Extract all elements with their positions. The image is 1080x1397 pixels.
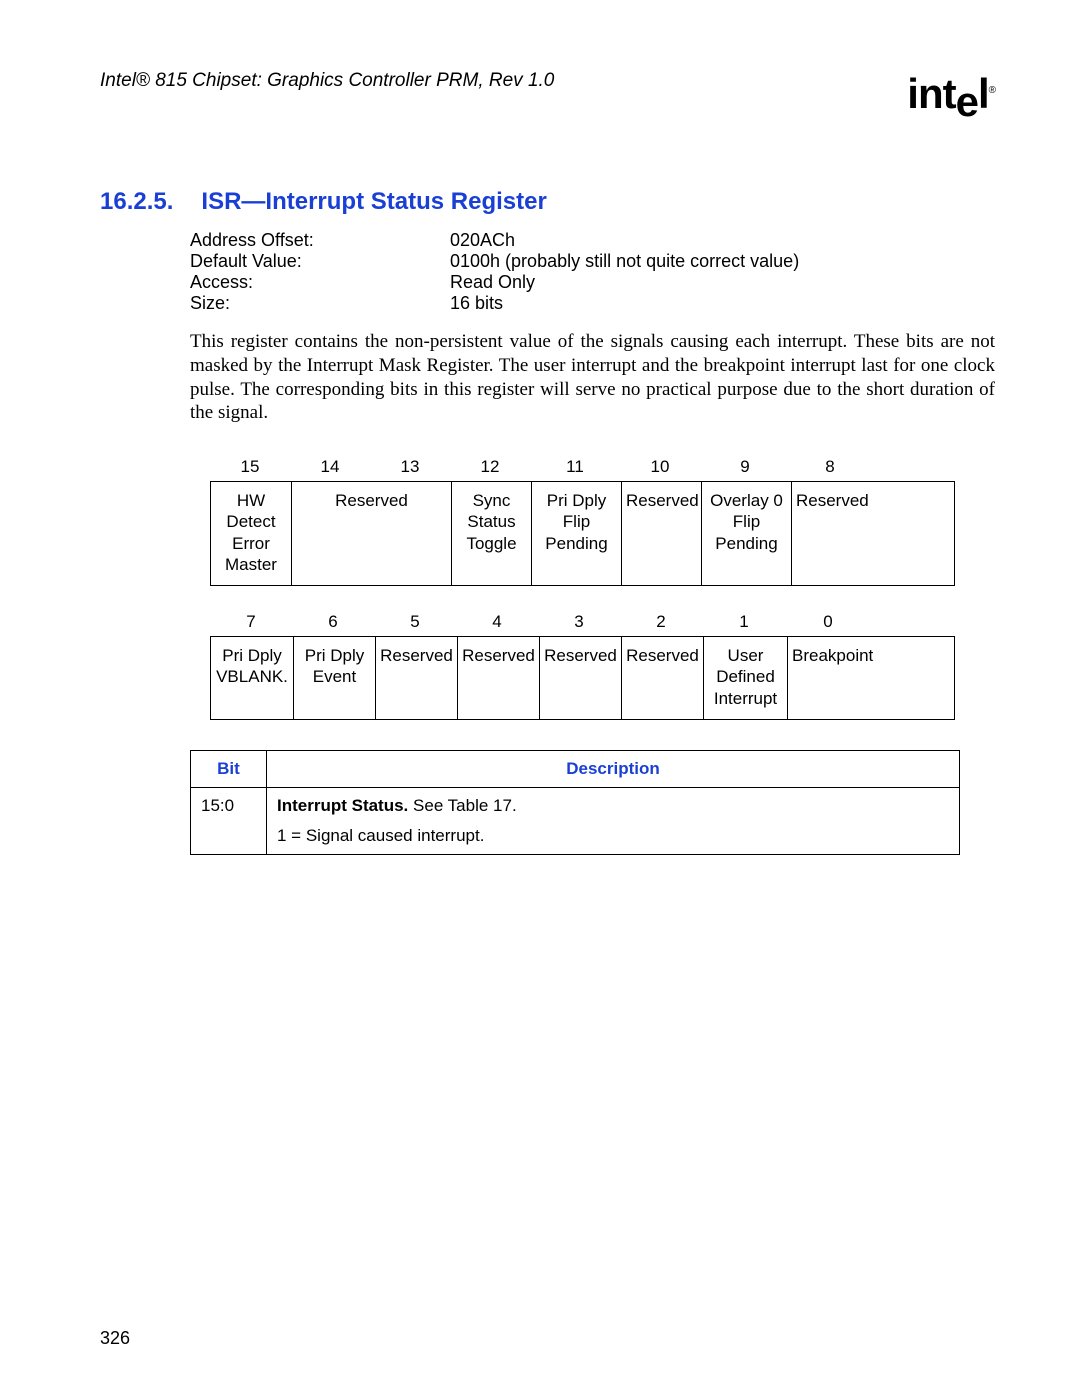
bit-field-cell: Reserved <box>291 482 451 585</box>
bit-field-cell: Overlay 0FlipPending <box>701 482 791 585</box>
bitfield-diagram-low: 76543210 Pri DplyVBLANK.Pri DplyEventRes… <box>210 612 955 720</box>
bit-field-label: Breakpoint <box>792 645 867 666</box>
bit-field-label: Overlay 0 <box>706 490 787 511</box>
bit-number: 10 <box>620 457 700 477</box>
bit-field-label: HW <box>215 490 287 511</box>
bit-field-label: Reserved <box>380 645 453 666</box>
meta-label: Size: <box>190 293 450 314</box>
bit-field-label: Pri Dply <box>298 645 371 666</box>
bit-number: 0 <box>786 612 870 632</box>
meta-value: 0100h (probably still not quite correct … <box>450 251 799 272</box>
bit-description-table: Bit Description 15:0 Interrupt Status. S… <box>190 750 960 855</box>
bit-field-cell: Reserved <box>621 482 701 585</box>
bit-field-label: Flip <box>536 511 617 532</box>
section-title: ISR—Interrupt Status Register <box>201 188 546 216</box>
section-heading: 16.2.5. ISR—Interrupt Status Register <box>100 188 995 216</box>
bit-field-cell: Reserved <box>791 482 871 585</box>
bit-field-label: Interrupt <box>708 688 783 709</box>
bit-number: 7 <box>210 612 292 632</box>
bit-field-label: Reserved <box>544 645 617 666</box>
table-header-row: Bit Description <box>191 750 960 787</box>
bit-field-label: Toggle <box>456 533 527 554</box>
bit-field-label: User <box>708 645 783 666</box>
bit-field-label: Reserved <box>626 645 699 666</box>
desc-rest: See Table 17. <box>408 796 516 815</box>
meta-row: Size: 16 bits <box>190 293 995 314</box>
meta-row: Address Offset: 020ACh <box>190 230 995 251</box>
bit-field-label: Defined <box>708 666 783 687</box>
bit-number: 3 <box>538 612 620 632</box>
bit-field-label: Pri Dply <box>536 490 617 511</box>
bit-number: 2 <box>620 612 702 632</box>
desc-bold: Interrupt Status. <box>277 796 408 815</box>
bit-field-cell: UserDefinedInterrupt <box>703 637 787 719</box>
page-header: Intel® 815 Chipset: Graphics Controller … <box>100 70 995 118</box>
register-meta: Address Offset: 020ACh Default Value: 01… <box>190 230 995 314</box>
meta-value: 020ACh <box>450 230 515 251</box>
page-number: 326 <box>100 1328 130 1349</box>
meta-label: Address Offset: <box>190 230 450 251</box>
bit-number: 1 <box>702 612 786 632</box>
bit-field-label: Reserved <box>296 490 447 511</box>
desc-line2: 1 = Signal caused interrupt. <box>277 826 949 846</box>
bit-field-label: Event <box>298 666 371 687</box>
bit-number: 8 <box>790 457 870 477</box>
bit-number: 15 <box>210 457 290 477</box>
bit-field-cell: Reserved <box>457 637 539 719</box>
meta-row: Default Value: 0100h (probably still not… <box>190 251 995 272</box>
bit-number: 5 <box>374 612 456 632</box>
bit-field-label: Reserved <box>462 645 535 666</box>
meta-label: Access: <box>190 272 450 293</box>
bit-field-cell: HWDetectErrorMaster <box>211 482 291 585</box>
bit-number: 13 <box>370 457 450 477</box>
meta-row: Access: Read Only <box>190 272 995 293</box>
bit-field-label: Reserved <box>796 490 867 511</box>
bit-field-cell: Reserved <box>539 637 621 719</box>
bit-number: 6 <box>292 612 374 632</box>
meta-value: 16 bits <box>450 293 503 314</box>
section-description: This register contains the non-persisten… <box>190 330 995 425</box>
bit-field-label: Pending <box>536 533 617 554</box>
bit-field-cell: Reserved <box>375 637 457 719</box>
bitfield-diagram-high: 15141312111098 HWDetectErrorMasterReserv… <box>210 457 955 586</box>
bit-number: 4 <box>456 612 538 632</box>
bit-field-cell: Reserved <box>621 637 703 719</box>
doc-title: Intel® 815 Chipset: Graphics Controller … <box>100 70 554 92</box>
bit-field-label: Master <box>215 554 287 575</box>
meta-label: Default Value: <box>190 251 450 272</box>
bit-number: 11 <box>530 457 620 477</box>
section-number: 16.2.5. <box>100 188 173 216</box>
table-row: 15:0 Interrupt Status. See Table 17. 1 =… <box>191 787 960 854</box>
bit-number: 14 <box>290 457 370 477</box>
bit-number: 9 <box>700 457 790 477</box>
bit-field-label: Pending <box>706 533 787 554</box>
intel-logo: intel® <box>907 70 995 118</box>
bit-field-label: VBLANK. <box>215 666 289 687</box>
bit-field-cell: Breakpoint <box>787 637 871 719</box>
bit-number: 12 <box>450 457 530 477</box>
cell-bit: 15:0 <box>191 787 267 854</box>
bit-field-cell: SyncStatusToggle <box>451 482 531 585</box>
bit-field-label: Sync <box>456 490 527 511</box>
bit-field-label: Reserved <box>626 490 697 511</box>
bit-field-label: Detect <box>215 511 287 532</box>
bit-field-label: Pri Dply <box>215 645 289 666</box>
bit-field-cell: Pri DplyEvent <box>293 637 375 719</box>
bit-field-cell: Pri DplyVBLANK. <box>211 637 293 719</box>
bit-field-label: Error <box>215 533 287 554</box>
meta-value: Read Only <box>450 272 535 293</box>
bit-field-label: Flip <box>706 511 787 532</box>
page: Intel® 815 Chipset: Graphics Controller … <box>0 0 1080 1397</box>
bit-field-cell: Pri DplyFlipPending <box>531 482 621 585</box>
col-header-description: Description <box>267 750 960 787</box>
bit-field-label: Status <box>456 511 527 532</box>
cell-description: Interrupt Status. See Table 17. 1 = Sign… <box>267 787 960 854</box>
col-header-bit: Bit <box>191 750 267 787</box>
